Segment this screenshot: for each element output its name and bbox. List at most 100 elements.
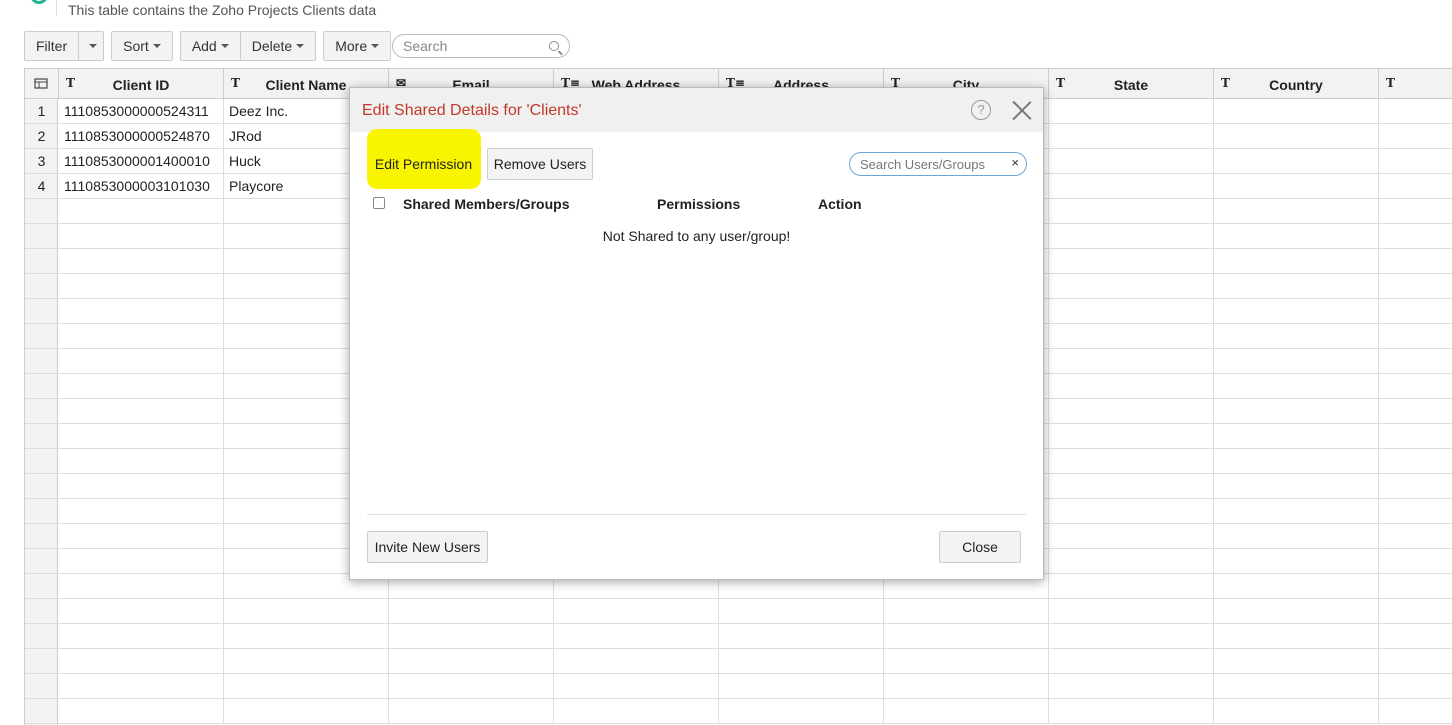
table-cell[interactable]	[1049, 624, 1214, 649]
table-cell[interactable]	[1214, 474, 1379, 499]
table-cell[interactable]	[1379, 699, 1452, 724]
table-cell[interactable]	[1379, 424, 1452, 449]
search-input[interactable]	[403, 38, 543, 54]
table-cell[interactable]	[1049, 599, 1214, 624]
table-row[interactable]	[25, 599, 1452, 624]
table-cell[interactable]	[1214, 199, 1379, 224]
table-cell[interactable]	[1214, 274, 1379, 299]
table-cell[interactable]	[1049, 299, 1214, 324]
table-cell[interactable]	[1049, 499, 1214, 524]
select-all-column-header[interactable]	[25, 69, 59, 99]
table-cell[interactable]	[59, 549, 224, 574]
table-cell[interactable]	[1214, 249, 1379, 274]
column-header-client-id[interactable]: T Client ID	[59, 69, 224, 99]
table-cell[interactable]	[554, 649, 719, 674]
table-cell[interactable]	[1379, 574, 1452, 599]
invite-new-users-button[interactable]: Invite New Users	[367, 531, 488, 563]
remove-users-button[interactable]: Remove Users	[487, 148, 593, 180]
table-cell[interactable]	[1379, 274, 1452, 299]
table-cell[interactable]	[389, 599, 554, 624]
table-cell[interactable]	[1049, 549, 1214, 574]
table-cell[interactable]	[1049, 674, 1214, 699]
table-row[interactable]	[25, 674, 1452, 699]
table-cell[interactable]	[1214, 549, 1379, 574]
table-cell[interactable]	[554, 674, 719, 699]
table-cell[interactable]	[224, 624, 389, 649]
table-cell[interactable]	[1214, 449, 1379, 474]
table-row[interactable]	[25, 649, 1452, 674]
table-cell[interactable]	[1379, 674, 1452, 699]
table-cell[interactable]	[1214, 124, 1379, 149]
table-cell[interactable]	[59, 374, 224, 399]
sort-button[interactable]: Sort	[112, 32, 172, 60]
close-button[interactable]: Close	[939, 531, 1021, 563]
table-cell[interactable]	[59, 524, 224, 549]
table-cell[interactable]	[1049, 399, 1214, 424]
table-cell[interactable]: 1110853000000524311	[59, 99, 224, 124]
table-cell[interactable]	[1049, 149, 1214, 174]
table-cell[interactable]	[1214, 574, 1379, 599]
table-cell[interactable]	[554, 599, 719, 624]
table-cell[interactable]	[389, 674, 554, 699]
more-button[interactable]: More	[324, 32, 390, 60]
table-cell[interactable]	[1049, 574, 1214, 599]
column-settings-icon[interactable]	[34, 78, 48, 90]
table-cell[interactable]	[1214, 174, 1379, 199]
column-header-country[interactable]: T Country	[1214, 69, 1379, 99]
table-cell[interactable]	[59, 474, 224, 499]
table-cell[interactable]	[224, 699, 389, 724]
table-cell[interactable]	[1214, 399, 1379, 424]
table-cell[interactable]	[59, 649, 224, 674]
table-cell[interactable]	[59, 249, 224, 274]
table-cell[interactable]	[1049, 649, 1214, 674]
column-header-zip[interactable]: T Z	[1379, 69, 1452, 99]
table-cell[interactable]	[1214, 299, 1379, 324]
table-cell[interactable]	[1379, 174, 1452, 199]
table-cell[interactable]	[1214, 149, 1379, 174]
table-cell[interactable]	[719, 599, 884, 624]
table-cell[interactable]	[224, 674, 389, 699]
table-cell[interactable]	[1049, 249, 1214, 274]
add-button[interactable]: Add	[181, 32, 241, 60]
table-cell[interactable]	[1049, 524, 1214, 549]
table-cell[interactable]	[719, 624, 884, 649]
table-cell[interactable]	[1379, 99, 1452, 124]
table-cell[interactable]	[59, 199, 224, 224]
table-cell[interactable]	[1379, 374, 1452, 399]
table-cell[interactable]	[1214, 349, 1379, 374]
table-cell[interactable]	[884, 624, 1049, 649]
table-cell[interactable]	[1214, 524, 1379, 549]
table-cell[interactable]	[719, 699, 884, 724]
table-cell[interactable]	[1379, 549, 1452, 574]
table-cell[interactable]	[1049, 224, 1214, 249]
table-cell[interactable]	[1214, 499, 1379, 524]
table-cell[interactable]	[1379, 224, 1452, 249]
edit-permission-button[interactable]: Edit Permission	[367, 148, 480, 180]
table-cell[interactable]	[554, 624, 719, 649]
table-cell[interactable]	[1049, 324, 1214, 349]
table-cell[interactable]	[389, 624, 554, 649]
table-cell[interactable]	[59, 449, 224, 474]
table-cell[interactable]	[59, 349, 224, 374]
table-cell[interactable]	[59, 399, 224, 424]
table-cell[interactable]	[1379, 249, 1452, 274]
select-all-checkbox[interactable]	[373, 197, 385, 209]
table-cell[interactable]	[389, 649, 554, 674]
table-cell[interactable]	[224, 599, 389, 624]
clear-search-icon[interactable]: ×	[1011, 155, 1019, 170]
table-cell[interactable]	[1379, 324, 1452, 349]
table-cell[interactable]	[1379, 599, 1452, 624]
table-cell[interactable]	[1049, 474, 1214, 499]
table-cell[interactable]	[1214, 424, 1379, 449]
table-cell[interactable]	[884, 599, 1049, 624]
column-header-state[interactable]: T State	[1049, 69, 1214, 99]
table-cell[interactable]	[1214, 99, 1379, 124]
table-cell[interactable]	[1379, 199, 1452, 224]
table-cell[interactable]	[1379, 349, 1452, 374]
table-cell[interactable]	[59, 574, 224, 599]
table-cell[interactable]	[1379, 124, 1452, 149]
table-cell[interactable]	[1049, 449, 1214, 474]
table-cell[interactable]	[884, 674, 1049, 699]
table-cell[interactable]	[1379, 474, 1452, 499]
filter-button[interactable]: Filter	[25, 32, 80, 60]
